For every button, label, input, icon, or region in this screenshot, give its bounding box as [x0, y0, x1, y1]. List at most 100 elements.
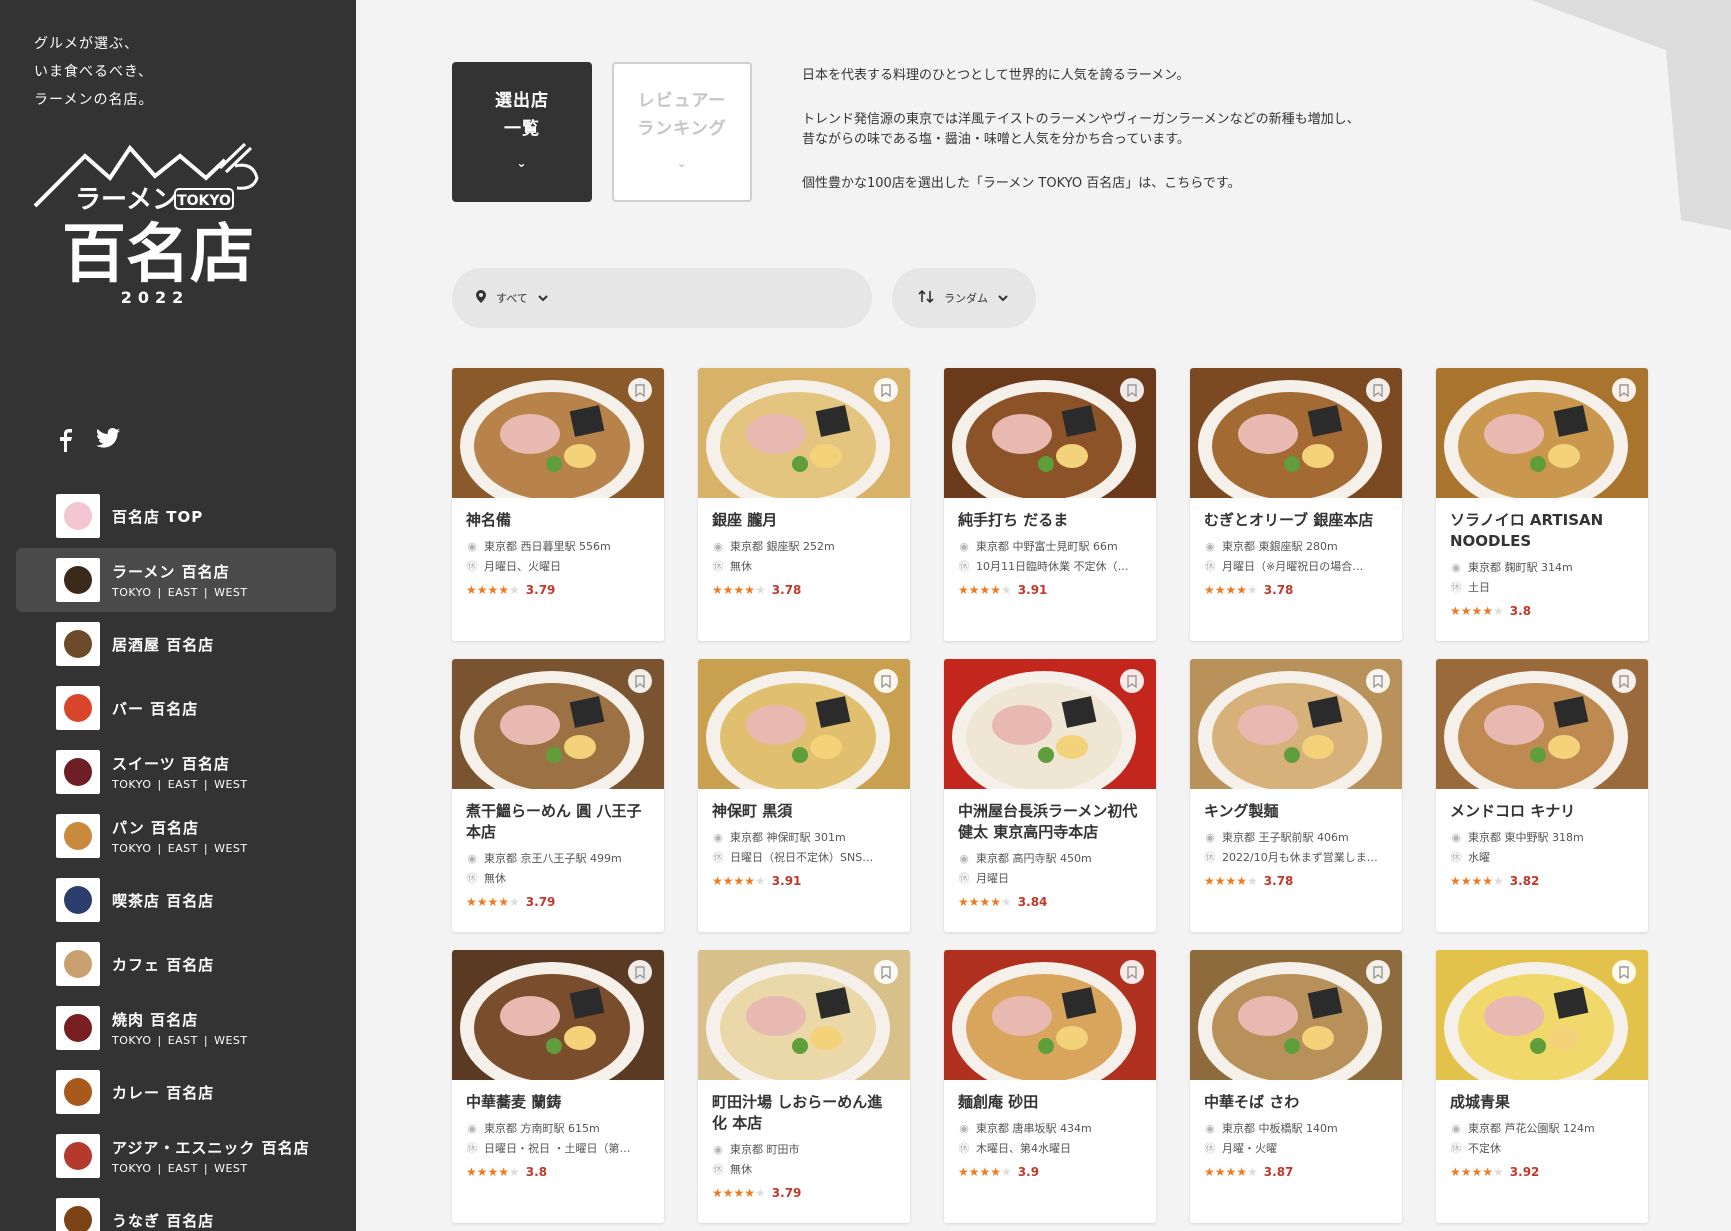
shop-photo[interactable]	[944, 659, 1156, 789]
sidebar-nav-item[interactable]: ラーメン 百名店 TOKYO | EAST | WEST	[16, 548, 336, 612]
bookmark-icon[interactable]	[1120, 960, 1144, 984]
nav-region-link[interactable]: WEST	[214, 586, 248, 599]
nav-region-link[interactable]: WEST	[214, 778, 248, 791]
bookmark-icon[interactable]	[874, 960, 898, 984]
nav-region-link[interactable]: EAST	[168, 1162, 198, 1175]
shop-card[interactable]: ソラノイロ ARTISAN NOODLES ◉ 東京都 麹町駅 314m ㊡土日 …	[1436, 368, 1648, 641]
shop-photo[interactable]	[452, 950, 664, 1080]
bookmark-icon[interactable]	[628, 669, 652, 693]
bookmark-icon[interactable]	[628, 378, 652, 402]
nav-region-link[interactable]: EAST	[168, 842, 198, 855]
shop-photo[interactable]	[1190, 950, 1402, 1080]
shop-name[interactable]: 神保町 黒須	[712, 801, 896, 822]
shop-list-button[interactable]: 選出店 一覧 ⌄	[452, 62, 592, 202]
nav-region-link[interactable]: TOKYO	[112, 842, 151, 855]
sidebar-nav-item[interactable]: スイーツ 百名店 TOKYO | EAST | WEST	[16, 740, 336, 804]
shop-name[interactable]: 中華蕎麦 蘭鋳	[466, 1092, 650, 1113]
shop-photo[interactable]	[698, 950, 910, 1080]
shop-rating: ★★★★★ 3.91	[712, 874, 896, 888]
bookmark-icon[interactable]	[874, 669, 898, 693]
shop-name[interactable]: ソラノイロ ARTISAN NOODLES	[1450, 510, 1634, 552]
area-filter[interactable]: すべて	[452, 268, 872, 328]
shop-holiday: ㊡日曜日（祝日不定休）SNS…	[712, 848, 896, 868]
nav-region-link[interactable]: WEST	[214, 842, 248, 855]
shop-card[interactable]: 純手打ち だるま ◉ 東京都 中野富士見町駅 66m ㊡ 10月11日臨時休業 不定…	[944, 368, 1156, 641]
shop-name[interactable]: 純手打ち だるま	[958, 510, 1142, 531]
shop-photo[interactable]	[698, 368, 910, 498]
nav-region-link[interactable]: TOKYO	[112, 1162, 151, 1175]
shop-card[interactable]: 中洲屋台長浜ラーメン初代 健太 東京高円寺本店 ◉ 東京都 高円寺駅 450m ㊡…	[944, 659, 1156, 932]
shop-photo[interactable]	[1190, 659, 1402, 789]
bookmark-icon[interactable]	[1366, 378, 1390, 402]
sidebar-nav-item[interactable]: パン 百名店 TOKYO | EAST | WEST	[16, 804, 336, 868]
rating-stars: ★★★★★	[1450, 604, 1504, 618]
shop-name[interactable]: 町田汁場 しおらーめん進化 本店	[712, 1092, 896, 1134]
site-logo[interactable]: ラーメン TOKYO 百名店 2022	[30, 138, 280, 348]
nav-region-link[interactable]: TOKYO	[112, 586, 151, 599]
shop-card[interactable]: 神保町 黒須 ◉ 東京都 神保町駅 301m ㊡日曜日（祝日不定休）SNS… ★★…	[698, 659, 910, 932]
shop-name[interactable]: 中華そば さわ	[1204, 1092, 1388, 1113]
facebook-icon[interactable]	[56, 428, 74, 456]
separator: |	[157, 586, 162, 599]
shop-card[interactable]: 神名備 ◉ 東京都 西日暮里駅 556m ㊡月曜日、火曜日 ★★★★★ 3.79	[452, 368, 664, 641]
shop-name[interactable]: メンドコロ キナリ	[1450, 801, 1634, 822]
shop-photo[interactable]	[1190, 368, 1402, 498]
nav-region-link[interactable]: TOKYO	[112, 1034, 151, 1047]
shop-photo[interactable]	[944, 950, 1156, 1080]
shop-card[interactable]: キング製麺 ◉ 東京都 王子駅前駅 406m ㊡ 2022/10月も休まず営業しま……	[1190, 659, 1402, 932]
bookmark-icon[interactable]	[1612, 960, 1636, 984]
nav-region-link[interactable]: TOKYO	[112, 778, 151, 791]
location-pin-icon: ◉	[1451, 561, 1461, 574]
shop-name[interactable]: キング製麺	[1204, 801, 1388, 822]
sidebar-nav-item[interactable]: うなぎ 百名店	[16, 1188, 336, 1231]
bookmark-icon[interactable]	[874, 378, 898, 402]
sidebar-nav-item[interactable]: 焼肉 百名店 TOKYO | EAST | WEST	[16, 996, 336, 1060]
twitter-icon[interactable]	[96, 428, 120, 456]
bookmark-icon[interactable]	[628, 960, 652, 984]
sort-filter[interactable]: ランダム	[892, 268, 1036, 328]
shop-photo[interactable]	[698, 659, 910, 789]
shop-card[interactable]: メンドコロ キナリ ◉ 東京都 東中野駅 318m ㊡水曜 ★★★★★ 3.82	[1436, 659, 1648, 932]
bookmark-icon[interactable]	[1612, 669, 1636, 693]
shop-card[interactable]: 町田汁場 しおらーめん進化 本店 ◉ 東京都 町田市 ㊡無休 ★★★★★ 3.79	[698, 950, 910, 1223]
shop-card[interactable]: 中華そば さわ ◉ 東京都 中板橋駅 140m ㊡月曜・火曜 ★★★★★ 3.87	[1190, 950, 1402, 1223]
shop-card[interactable]: 煮干鰮らーめん 圓 八王子本店 ◉ 東京都 京王八王子駅 499m ㊡無休 ★★★…	[452, 659, 664, 932]
nav-region-link[interactable]: EAST	[168, 778, 198, 791]
nav-label: カフェ 百名店	[112, 955, 215, 974]
shop-card[interactable]: 中華蕎麦 蘭鋳 ◉ 東京都 方南町駅 615m ㊡日曜日・祝日 ・土曜日（第… ★…	[452, 950, 664, 1223]
shop-photo[interactable]	[452, 368, 664, 498]
shop-name[interactable]: 銀座 朧月	[712, 510, 896, 531]
shop-card[interactable]: 銀座 朧月 ◉ 東京都 銀座駅 252m ㊡無休 ★★★★★ 3.78	[698, 368, 910, 641]
shop-photo[interactable]	[1436, 950, 1648, 1080]
sidebar-nav-item[interactable]: アジア・エスニック 百名店 TOKYO | EAST | WEST	[16, 1124, 336, 1188]
sidebar-nav-item[interactable]: バー 百名店	[16, 676, 336, 740]
shop-card[interactable]: 麺創庵 砂田 ◉ 東京都 唐串坂駅 434m ㊡木曜日、第4水曜日 ★★★★★ 3…	[944, 950, 1156, 1223]
shop-name[interactable]: 中洲屋台長浜ラーメン初代 健太 東京高円寺本店	[958, 801, 1142, 843]
shop-photo[interactable]	[452, 659, 664, 789]
bookmark-icon[interactable]	[1120, 378, 1144, 402]
shop-photo[interactable]	[944, 368, 1156, 498]
sidebar-nav-item[interactable]: 喫茶店 百名店	[16, 868, 336, 932]
sidebar-nav-item[interactable]: 居酒屋 百名店	[16, 612, 336, 676]
sidebar-nav-item[interactable]: カレー 百名店	[16, 1060, 336, 1124]
shop-name[interactable]: 成城青果	[1450, 1092, 1634, 1113]
nav-region-link[interactable]: WEST	[214, 1034, 248, 1047]
bookmark-icon[interactable]	[1612, 378, 1636, 402]
bookmark-icon[interactable]	[1366, 960, 1390, 984]
shop-name[interactable]: 麺創庵 砂田	[958, 1092, 1142, 1113]
shop-photo[interactable]	[1436, 659, 1648, 789]
nav-region-link[interactable]: WEST	[214, 1162, 248, 1175]
shop-card[interactable]: むぎとオリーブ 銀座本店 ◉ 東京都 東銀座駅 280m ㊡月曜日（※月曜祝日の場…	[1190, 368, 1402, 641]
shop-name[interactable]: 煮干鰮らーめん 圓 八王子本店	[466, 801, 650, 843]
shop-name[interactable]: 神名備	[466, 510, 650, 531]
shop-card[interactable]: 成城青果 ◉ 東京都 芦花公園駅 124m ㊡不定休 ★★★★★ 3.92	[1436, 950, 1648, 1223]
nav-region-link[interactable]: EAST	[168, 586, 198, 599]
shop-photo[interactable]	[1436, 368, 1648, 498]
shop-name[interactable]: むぎとオリーブ 銀座本店	[1204, 510, 1388, 531]
sidebar-nav-item[interactable]: カフェ 百名店	[16, 932, 336, 996]
bookmark-icon[interactable]	[1366, 669, 1390, 693]
bookmark-icon[interactable]	[1120, 669, 1144, 693]
nav-region-link[interactable]: EAST	[168, 1034, 198, 1047]
sidebar-nav-item[interactable]: 百名店 TOP	[16, 484, 336, 548]
reviewer-ranking-button[interactable]: レビュアー ランキング ⌄	[612, 62, 752, 202]
